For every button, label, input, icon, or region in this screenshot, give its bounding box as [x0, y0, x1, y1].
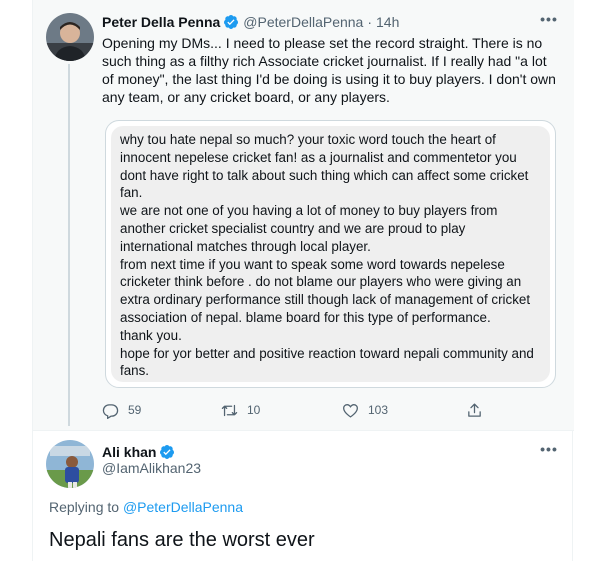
retweet-count: 10 — [247, 403, 261, 417]
verified-badge-icon — [224, 15, 239, 29]
timestamp[interactable]: 14h — [376, 14, 399, 30]
dm-line: another cricket specialist country and w… — [120, 220, 466, 236]
display-name[interactable]: Peter Della Penna — [102, 14, 220, 30]
reply-tweet-text: Nepali fans are the worst ever — [49, 529, 315, 551]
tweet-actions: 59 10 103 — [102, 400, 502, 420]
dm-line: association of nepal. blame board for th… — [120, 309, 491, 325]
dm-line: innocent nepelese cricket fan! as a jour… — [120, 149, 517, 165]
more-options-button[interactable]: ••• — [538, 442, 560, 462]
more-options-button[interactable]: ••• — [538, 12, 560, 32]
avatar[interactable] — [46, 13, 94, 61]
dm-line: international matches through local play… — [120, 238, 371, 254]
replying-to: Replying to @PeterDellaPenna — [49, 499, 243, 515]
tweet-divider — [33, 430, 574, 431]
dm-line: why tou hate nepal so much? your toxic w… — [120, 132, 496, 147]
thread-connector-line — [68, 64, 70, 426]
avatar[interactable] — [46, 440, 94, 488]
dm-line: thank you. — [120, 327, 182, 343]
tweet-timeline: Peter Della Penna @PeterDellaPenna · 14h… — [32, 0, 574, 561]
dm-line: fan. — [120, 185, 143, 201]
verified-badge-icon — [160, 445, 175, 459]
avatar-photo-icon — [46, 13, 94, 61]
mention-link[interactable]: @PeterDellaPenna — [123, 499, 243, 515]
retweet-button[interactable]: 10 — [221, 400, 260, 420]
dm-line: from next time if you want to speak some… — [120, 256, 505, 272]
dm-line: hope for yor better and positive reactio… — [120, 345, 534, 361]
dm-line: cricketer think before . do not blame ou… — [120, 274, 522, 290]
separator-dot: · — [367, 14, 373, 30]
replying-prefix: Replying to — [49, 499, 120, 515]
attached-image[interactable]: why tou hate nepal so much? your toxic w… — [105, 120, 556, 388]
display-name[interactable]: Ali khan — [102, 444, 156, 460]
dm-message-bubble: why tou hate nepal so much? your toxic w… — [111, 126, 550, 382]
retweet-icon — [221, 404, 238, 416]
like-count: 103 — [368, 403, 389, 417]
reply-button[interactable]: 59 — [102, 400, 141, 420]
like-button[interactable]: 103 — [342, 400, 388, 420]
tweet-text: Opening my DMs... I need to please set t… — [102, 35, 556, 105]
dm-line: extra ordinary performance still though … — [120, 292, 531, 308]
dm-line: we are not one of you having a lot of mo… — [120, 203, 498, 219]
reply-icon — [102, 403, 119, 419]
user-handle[interactable]: @IamAlikhan23 — [102, 460, 201, 476]
tweet-header: Ali khan — [102, 442, 175, 462]
dm-line: fans. — [120, 363, 150, 379]
share-icon — [468, 402, 481, 417]
share-button[interactable] — [466, 400, 483, 420]
heart-icon — [343, 403, 358, 418]
quoted-tweet[interactable]: Peter Della Penna @PeterDellaPenna · 14h… — [33, 0, 574, 430]
user-handle[interactable]: @PeterDellaPenna — [243, 14, 363, 30]
reply-count: 59 — [128, 403, 142, 417]
avatar-photo-icon — [46, 440, 94, 488]
dm-line: dont have right to talk about such thing… — [120, 167, 529, 183]
tweet-header: Peter Della Penna @PeterDellaPenna · 14h — [102, 12, 399, 32]
